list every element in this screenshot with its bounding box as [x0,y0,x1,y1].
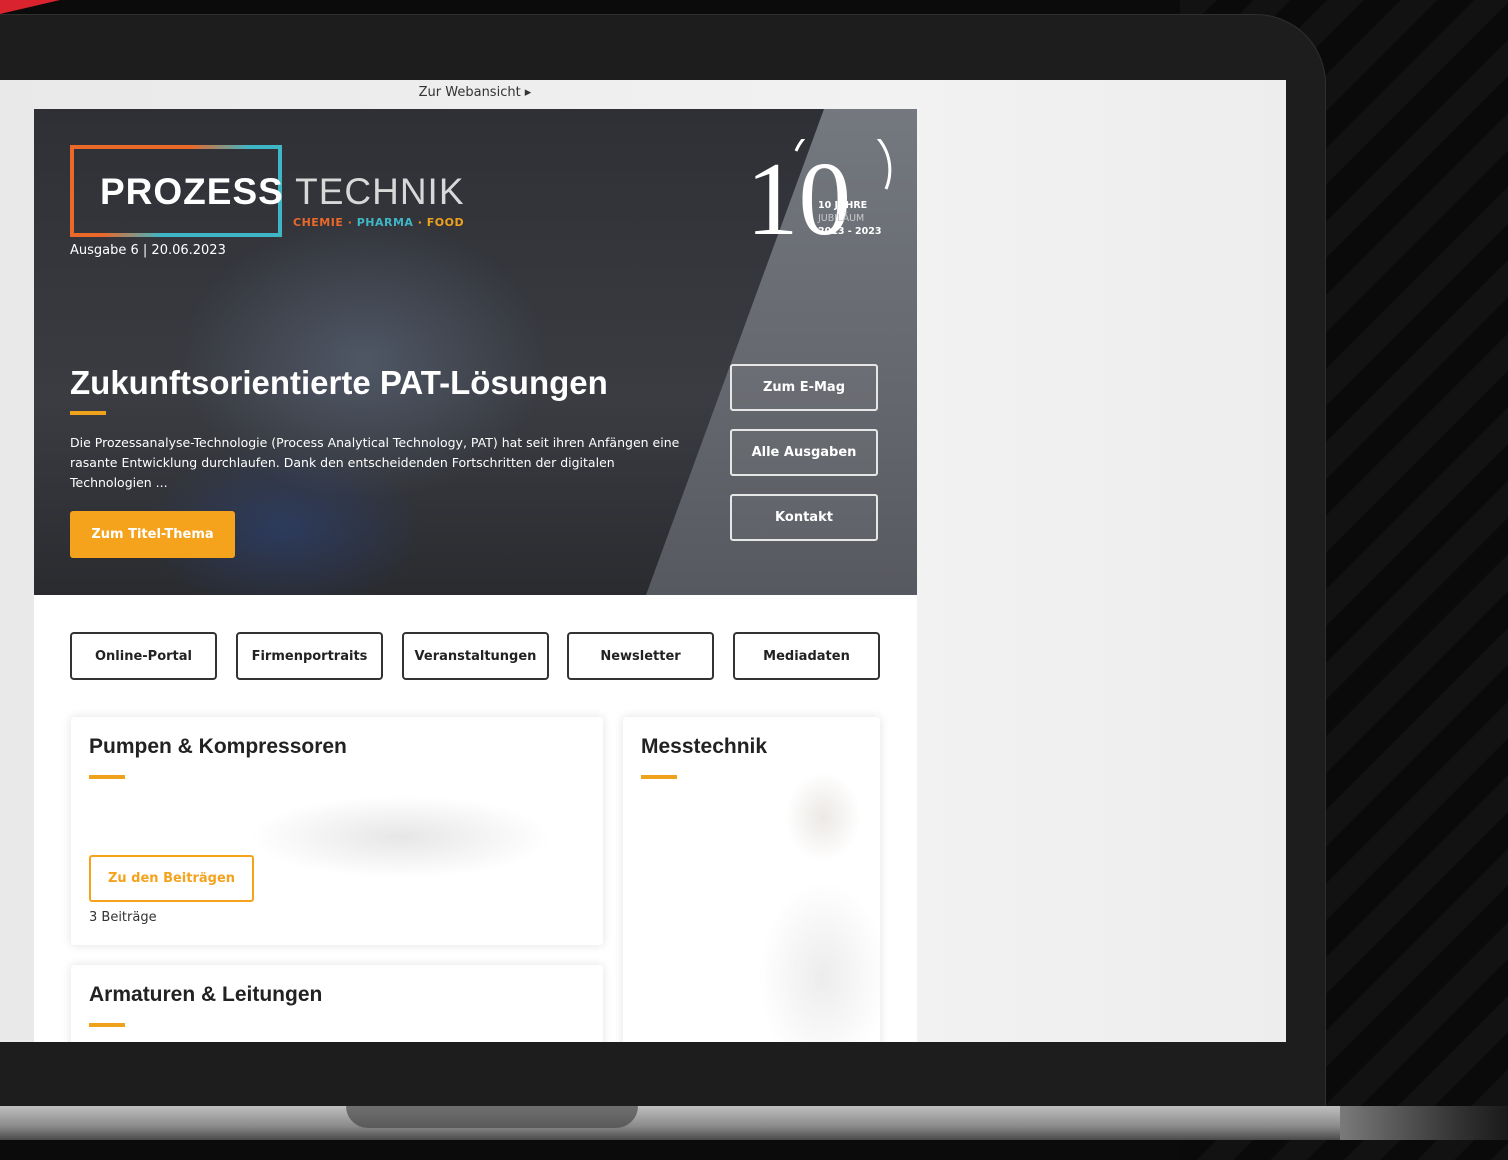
logo-tagline: CHEMIE · PHARMA · FOOD [293,216,464,229]
newsletter: PROZESS TECHNIK CHEMIE · PHARMA · FOOD A… [34,109,917,1042]
logo-thin: TECHNIK [295,171,465,212]
card-title: Armaturen & Leitungen [89,983,323,1006]
tagline-food: FOOD [426,216,465,229]
nav-newsletter[interactable]: Newsletter [567,632,714,680]
laptop-screen: Zur Webansicht ▸ PROZESS TECHNIK CHEMIE … [0,80,1286,1042]
nav-online-portal[interactable]: Online-Portal [70,632,217,680]
laptop-notch [346,1106,638,1128]
to-articles-button[interactable]: Zu den Beiträgen [89,855,254,902]
logo-bold: PROZESS [100,171,284,212]
jubilee-line1: 10 JAHRE [818,200,868,211]
brand-corner [0,0,60,14]
hero-banner: PROZESS TECHNIK CHEMIE · PHARMA · FOOD A… [34,109,917,595]
laptop-base [0,1106,1508,1140]
issue-date: Ausgabe 6 | 20.06.2023 [70,243,226,258]
card-title: Messtechnik [641,735,768,758]
pump-image [201,777,591,897]
headline-accent-bar [70,411,106,415]
webview-link[interactable]: Zur Webansicht ▸ [0,80,950,108]
nav-media-data[interactable]: Mediadaten [733,632,880,680]
card-pumps: Pumpen & Kompressoren Zu den Beiträgen 3… [71,717,603,945]
hero-teaser: Die Prozessanalyse-Technologie (Process … [70,435,680,490]
tagline-chemie: CHEMIE [293,216,344,229]
article-count: 3 Beiträge [89,910,157,925]
title-topic-button[interactable]: Zum Titel-Thema [70,511,235,558]
all-issues-button[interactable]: Alle Ausgaben [730,429,878,476]
jubilee-line2: JUBILÄUM [818,213,865,224]
card-title: Pumpen & Kompressoren [89,735,347,758]
nav-events[interactable]: Veranstaltungen [402,632,549,680]
emag-button[interactable]: Zum E-Mag [730,364,878,411]
hero-headline: Zukunftsorientierte PAT-Lösungen [70,364,608,401]
jubilee-line3: 2013 - 2023 [818,226,882,237]
card-accent-bar [89,775,125,779]
nav-company-portraits[interactable]: Firmenportraits [236,632,383,680]
card-accent-bar [89,1023,125,1027]
tagline-sep: · [343,216,357,229]
contact-button[interactable]: Kontakt [730,494,878,541]
card-messtechnik: Messtechnik [623,717,880,1042]
tagline-pharma: PHARMA [356,216,414,229]
card-accent-bar [641,775,677,779]
laptop-base-shadow [1340,1106,1508,1140]
logo[interactable]: PROZESS TECHNIK [100,171,465,213]
person-image [743,757,880,1042]
tagline-sep: · [413,216,427,229]
card-armaturen: Armaturen & Leitungen [71,965,603,1042]
jubilee-text: 10 JAHRE JUBILÄUM 2013 - 2023 [818,199,881,238]
